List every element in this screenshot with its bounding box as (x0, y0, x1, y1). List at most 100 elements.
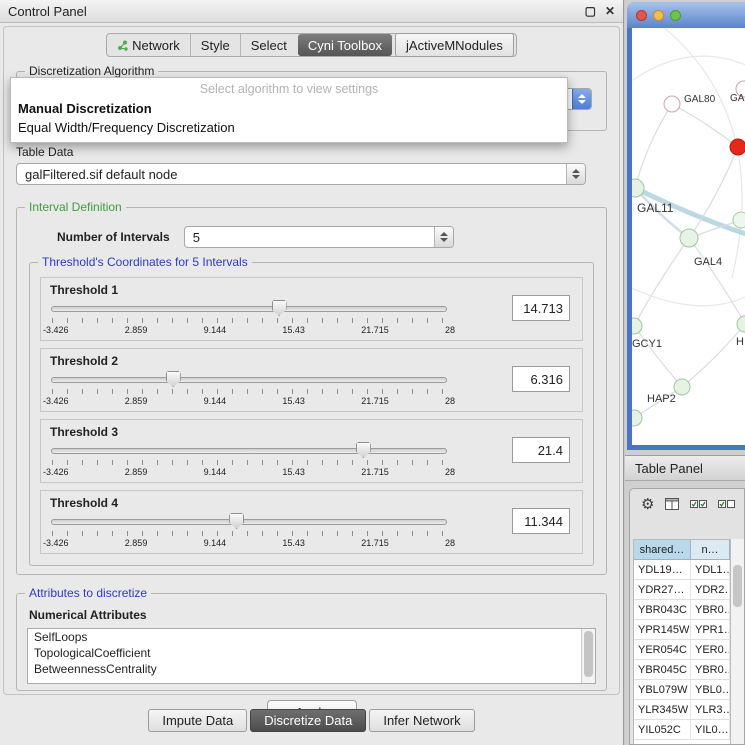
close-icon[interactable]: ✕ (605, 4, 615, 18)
slider-scale: -3.4262.8599.14415.4321.71528 (43, 467, 455, 477)
network-edge[interactable] (682, 324, 745, 387)
close-traffic-light-icon[interactable] (636, 10, 647, 21)
threshold-value-field[interactable]: 21.4 (512, 437, 570, 463)
table-row[interactable]: YLR345WYLR3… (634, 700, 730, 720)
tab-jactivemnodules[interactable]: jActiveMNodules (395, 33, 514, 57)
network-node[interactable] (730, 139, 745, 155)
table-cell: YER0… (691, 640, 730, 659)
table-row[interactable]: YDL19…YDL1… (634, 560, 730, 580)
network-edge[interactable] (689, 238, 745, 324)
threshold-value-field[interactable]: 14.713 (512, 295, 570, 321)
column-header-name[interactable]: n… (691, 540, 730, 560)
zoom-traffic-light-icon[interactable] (670, 10, 681, 21)
show-columns-icon[interactable] (665, 498, 679, 510)
attribute-item[interactable]: TopologicalCoefficient (28, 645, 595, 661)
slider-thumb[interactable] (272, 300, 287, 316)
application: Control Panel ▢ ✕ Network (0, 0, 745, 745)
threshold-slider[interactable]: -3.4262.8599.14415.4321.71528 (51, 442, 447, 478)
table-row[interactable]: YBL079WYBL0… (634, 680, 730, 700)
network-node[interactable] (664, 96, 680, 112)
control-panel-body: Network Style Select Cyni Toolbox jActiv… (3, 26, 620, 695)
combobox-stepper-icon[interactable] (434, 227, 453, 247)
table-panel-header[interactable]: Table Panel (625, 455, 745, 481)
threshold-value-field[interactable]: 11.344 (512, 508, 570, 534)
tab-network[interactable]: Network (107, 34, 190, 56)
network-edge[interactable] (632, 56, 745, 88)
network-node[interactable] (632, 318, 642, 334)
tab-label: Select (251, 38, 287, 53)
network-node[interactable] (737, 316, 745, 332)
attribute-item[interactable]: SelfLoops (28, 629, 595, 645)
network-window-titlebar[interactable] (627, 2, 745, 28)
combobox-stepper-icon[interactable] (566, 164, 585, 184)
network-edge[interactable] (672, 104, 738, 147)
table-row[interactable]: YPR145WYPR1… (634, 620, 730, 640)
scale-label: 21.715 (361, 396, 389, 406)
algorithm-option-manual[interactable]: Manual Discretization (11, 99, 567, 118)
list-scrollbar-thumb[interactable] (584, 631, 593, 677)
table-row[interactable]: YER054CYER0… (634, 640, 730, 660)
table-row[interactable]: YDR27…YDR2… (634, 580, 730, 600)
slider-thumb[interactable] (166, 371, 181, 387)
stepper-up-icon (578, 94, 586, 98)
network-edge[interactable] (634, 326, 682, 387)
scale-label: 15.43 (282, 325, 305, 335)
threshold-slider[interactable]: -3.4262.8599.14415.4321.71528 (51, 300, 447, 336)
threshold-label: Threshold 4 (50, 496, 118, 510)
table-data-combobox[interactable]: galFiltered.sif default node (16, 163, 586, 185)
scale-label: 28 (445, 467, 455, 477)
table-row[interactable]: YIL052CYIL0… (634, 720, 730, 740)
table-cell: YLR345W (634, 700, 691, 719)
network-edge[interactable] (634, 238, 689, 326)
list-scrollbar[interactable] (581, 629, 595, 683)
table-cell: YDL1… (691, 560, 730, 579)
table-scrollbar-thumb[interactable] (733, 565, 742, 607)
numerical-attributes-list[interactable]: SelfLoopsTopologicalCoefficientBetweenne… (27, 628, 596, 684)
attribute-item[interactable]: BetweennessCentrality (28, 661, 595, 677)
slider-track[interactable] (51, 377, 447, 383)
network-node[interactable] (733, 212, 745, 228)
network-node-label: GAL4 (694, 256, 722, 268)
node-table: shared… n… YDL19…YDL1…YDR27…YDR2…YBR043C… (633, 539, 731, 744)
number-of-intervals-combobox[interactable]: 5 (184, 226, 454, 248)
network-node[interactable] (632, 410, 642, 426)
slider-thumb[interactable] (229, 513, 244, 529)
control-panel-title: Control Panel (8, 4, 87, 19)
threshold-value-field[interactable]: 6.316 (512, 366, 570, 392)
table-scrollbar[interactable] (730, 539, 744, 744)
combobox-stepper-icon[interactable] (572, 89, 591, 109)
minimize-traffic-light-icon[interactable] (653, 10, 664, 21)
network-edge[interactable] (632, 278, 745, 306)
network-canvas[interactable]: GAL80GA…GAL11GAL4GCY1H…HAP2 (632, 28, 745, 445)
tab-discretize-data[interactable]: Discretize Data (250, 709, 366, 732)
slider-track[interactable] (51, 519, 447, 525)
tab-impute-data[interactable]: Impute Data (148, 709, 247, 732)
gear-icon[interactable]: ⚙ (641, 497, 654, 512)
table-cell: YDL19… (634, 560, 691, 579)
tab-select[interactable]: Select (240, 34, 297, 56)
slider-thumb[interactable] (356, 442, 371, 458)
tab-infer-network[interactable]: Infer Network (369, 709, 474, 732)
network-node[interactable] (680, 229, 698, 247)
threshold-box-3: Threshold 3 -3.4262.8599.14415.4321.7152… (40, 419, 583, 483)
table-row[interactable]: YBR045CYBR0… (634, 660, 730, 680)
scale-label: -3.426 (43, 325, 69, 335)
interval-definition-group: Interval Definition Number of Intervals … (16, 207, 607, 575)
tab-cyni-toolbox[interactable]: Cyni Toolbox (298, 34, 392, 56)
threshold-slider[interactable]: -3.4262.8599.14415.4321.71528 (51, 371, 447, 407)
edit-columns-icon[interactable] (718, 499, 735, 509)
slider-track[interactable] (51, 306, 447, 312)
scale-label: 15.43 (282, 467, 305, 477)
network-node[interactable] (674, 379, 690, 395)
table-cell: YLR3… (691, 700, 730, 719)
network-edge[interactable] (635, 104, 672, 188)
algorithm-option-equal-width[interactable]: Equal Width/Frequency Discretization (11, 118, 567, 137)
tab-style[interactable]: Style (190, 34, 240, 56)
select-all-columns-icon[interactable] (690, 499, 707, 509)
threshold-slider[interactable]: -3.4262.8599.14415.4321.71528 (51, 513, 447, 549)
slider-track[interactable] (51, 448, 447, 454)
table-cell: YBR0… (691, 660, 730, 679)
column-header-shared-name[interactable]: shared… (634, 540, 691, 560)
table-row[interactable]: YBR043CYBR0… (634, 600, 730, 620)
float-window-icon[interactable]: ▢ (585, 4, 596, 18)
